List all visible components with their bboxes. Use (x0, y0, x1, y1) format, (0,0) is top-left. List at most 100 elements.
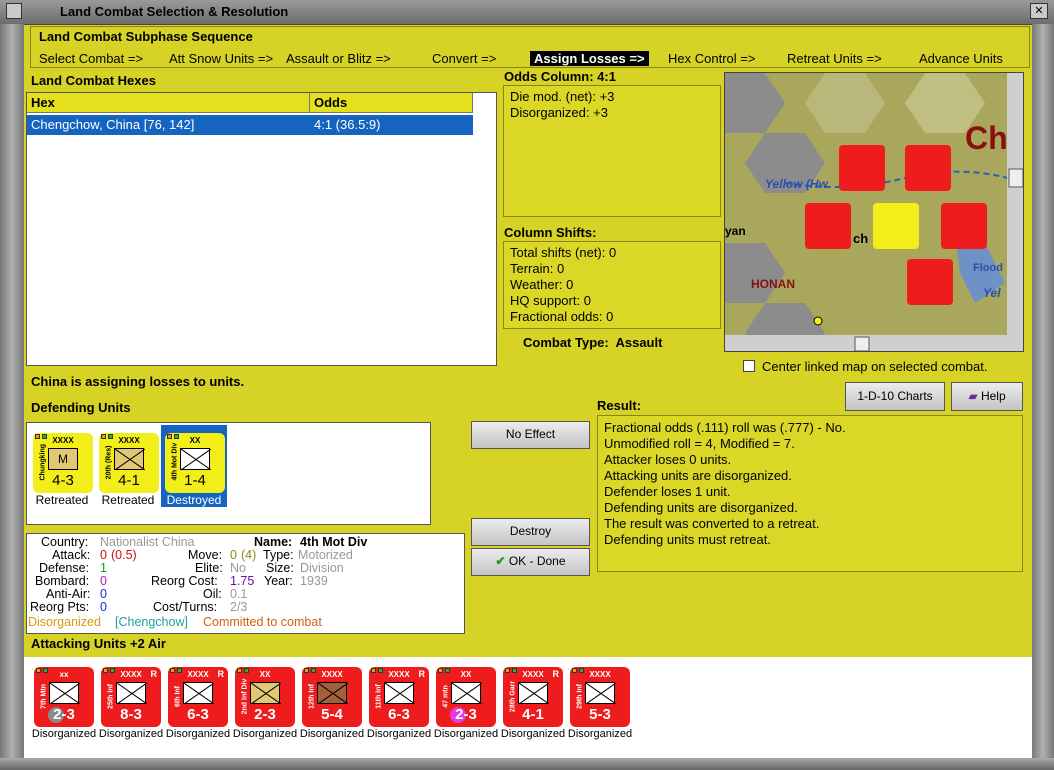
map-vscroll[interactable] (1007, 73, 1024, 335)
charts-button[interactable]: 1-D-10 Charts (845, 382, 945, 411)
detail-antiair: 0 (100, 587, 107, 601)
defender-unit[interactable]: XXXX 20th (Res) 4-1 Retreated (95, 425, 161, 507)
attacker-unit[interactable]: XXXX 12th Inf 5-4 Disorganized (299, 660, 365, 752)
unit-value: 5-4 (321, 706, 343, 723)
detail-label: Country: (41, 535, 89, 549)
map-unit[interactable] (873, 203, 919, 249)
window-frame-right (1032, 24, 1054, 770)
unit-value: 8-3 (120, 706, 142, 723)
detail-footer-disorganized: Disorganized (28, 615, 101, 629)
unit-symbol (49, 682, 81, 705)
center-map-checkbox[interactable] (743, 360, 755, 372)
map-unit[interactable] (839, 145, 885, 191)
destroy-button[interactable]: Destroy (471, 518, 590, 546)
result-title: Result: (597, 398, 642, 413)
ok-done-label: OK - Done (508, 554, 566, 568)
map-unit[interactable] (941, 203, 987, 249)
detail-bombard: 0 (100, 574, 107, 588)
attacker-unit[interactable]: XX 47 mtn 2-3 Disorganized (433, 660, 499, 752)
map-unit[interactable] (805, 203, 851, 249)
odds-line: Disorganized: +3 (510, 105, 608, 120)
detail-label: Defense: (39, 561, 90, 575)
unit-reserve-mark: R (418, 669, 426, 679)
defender-unit-selected[interactable]: XX 4th Mot Div 1-4 Destroyed (161, 425, 227, 507)
window-title: Land Combat Selection & Resolution (60, 4, 289, 19)
unit-symbol (250, 682, 282, 705)
map-hscroll-thumb[interactable] (854, 336, 870, 351)
map-unit[interactable] (905, 145, 951, 191)
detail-name: 4th Mot Div (300, 535, 368, 549)
center-map-label: Center linked map on selected combat. (762, 359, 988, 374)
map-label: yan (725, 224, 746, 238)
checkmark-icon: ✔ (495, 554, 506, 568)
unit-counter: XXXX R 28th Garr 4-1 (503, 667, 563, 727)
attacker-unit[interactable]: XX 2nd Inf Div 2-3 Disorganized (232, 660, 298, 752)
unit-value: 2-3 (455, 706, 477, 723)
hex-cell: Chengchow, China [76, 142] (31, 117, 195, 132)
detail-label: Oil: (203, 587, 222, 601)
shift-line: Weather: 0 (510, 277, 574, 292)
odds-title: Odds Column: 4:1 (504, 69, 616, 84)
subphase-title: Land Combat Subphase Sequence (39, 29, 253, 44)
map-canvas[interactable]: Yellow (Hw HONAN Flood ch yan Yel Ch (725, 73, 1024, 352)
detail-elite: No (230, 561, 246, 575)
table-row[interactable]: Chengchow, China [76, 142] 4:1 (36.5:9) (27, 115, 473, 135)
attacker-unit[interactable]: XXXX R 25th Inf 8-3 Disorganized (98, 660, 164, 752)
map-vscroll-thumb[interactable] (1008, 168, 1023, 188)
result-line: Fractional odds (.111) roll was (.777) -… (604, 420, 846, 435)
result-line: The result was converted to a retreat. (604, 516, 820, 531)
unit-symbol (183, 682, 215, 705)
window-frame-bottom (0, 758, 1054, 770)
result-line: Attacker loses 0 units. (604, 452, 732, 467)
detail-label: Cost/Turns: (153, 600, 218, 614)
attacker-unit[interactable]: XXXX R 28th Garr 4-1 Disorganized (500, 660, 566, 752)
unit-value: 2-3 (254, 706, 276, 723)
detail-label: Name: (254, 535, 293, 549)
hexes-table: Hex Odds Chengchow, China [76, 142] 4:1 … (26, 92, 497, 366)
unit-value: 6-3 (187, 706, 209, 723)
map-label: Ch (965, 120, 1008, 156)
map-label: Yellow (Hw (765, 177, 829, 191)
unit-status: Destroyed (166, 493, 222, 507)
col-header-hex[interactable]: Hex (27, 93, 310, 113)
close-icon[interactable]: ✕ (1030, 3, 1048, 19)
unit-counter: xx 7th Mtn 2-3 (34, 667, 94, 727)
unit-counter: XXXX 12th Inf 5-4 (302, 667, 362, 727)
help-button[interactable]: ▰ Help (951, 382, 1023, 411)
detail-label: Type: (263, 548, 294, 562)
attacker-unit[interactable]: xx 7th Mtn 2-3 Disorganized (31, 660, 97, 752)
detail-reorg: 1.75 (230, 574, 255, 588)
combat-type-label: Combat Type: (523, 335, 609, 350)
linked-map[interactable]: Yellow (Hw HONAN Flood ch yan Yel Ch (724, 72, 1024, 352)
attacker-unit[interactable]: XXXX R 6th Inf 6-3 Disorganized (165, 660, 231, 752)
detail-move-paren: (4) (241, 548, 257, 562)
attacker-unit[interactable]: XXXX 29th Inf 5-3 Disorganized (567, 660, 633, 752)
unit-symbol (116, 682, 148, 705)
unit-symbol (585, 682, 617, 705)
unit-symbol (384, 682, 416, 705)
unit-status: Disorganized (433, 728, 499, 740)
unit-value: 2-3 (53, 706, 75, 723)
ok-done-button[interactable]: ✔ OK - Done (471, 548, 590, 576)
detail-reorgpts: 0 (100, 600, 107, 614)
map-unit[interactable] (907, 259, 953, 305)
detail-country: Nationalist China (100, 535, 195, 549)
map-label: ch (853, 231, 868, 246)
shifts-panel: Total shifts (net): 0 Terrain: 0 Weather… (503, 241, 721, 329)
unit-status: Disorganized (165, 728, 231, 740)
defending-units-list: XXXX Chungking M 4-3 Retreated XXXX 20th… (26, 422, 431, 525)
window-menu-icon[interactable] (6, 3, 22, 19)
detail-oil: 0.1 (230, 587, 248, 601)
detail-label: Attack: (52, 548, 91, 562)
map-hscroll[interactable] (725, 335, 1024, 352)
unit-value: 5-3 (589, 706, 611, 723)
no-effect-button[interactable]: No Effect (471, 421, 590, 449)
attacker-unit[interactable]: XXXX R 11th Inf 6-3 Disorganized (366, 660, 432, 752)
detail-move: 0 (230, 548, 237, 562)
defender-unit[interactable]: XXXX Chungking M 4-3 Retreated (29, 425, 95, 507)
col-header-odds[interactable]: Odds (310, 93, 473, 113)
result-line: Defender loses 1 unit. (604, 484, 731, 499)
detail-attack: 0 (100, 548, 107, 562)
unit-reserve-mark: R (552, 669, 560, 679)
detail-year: 1939 (300, 574, 328, 588)
